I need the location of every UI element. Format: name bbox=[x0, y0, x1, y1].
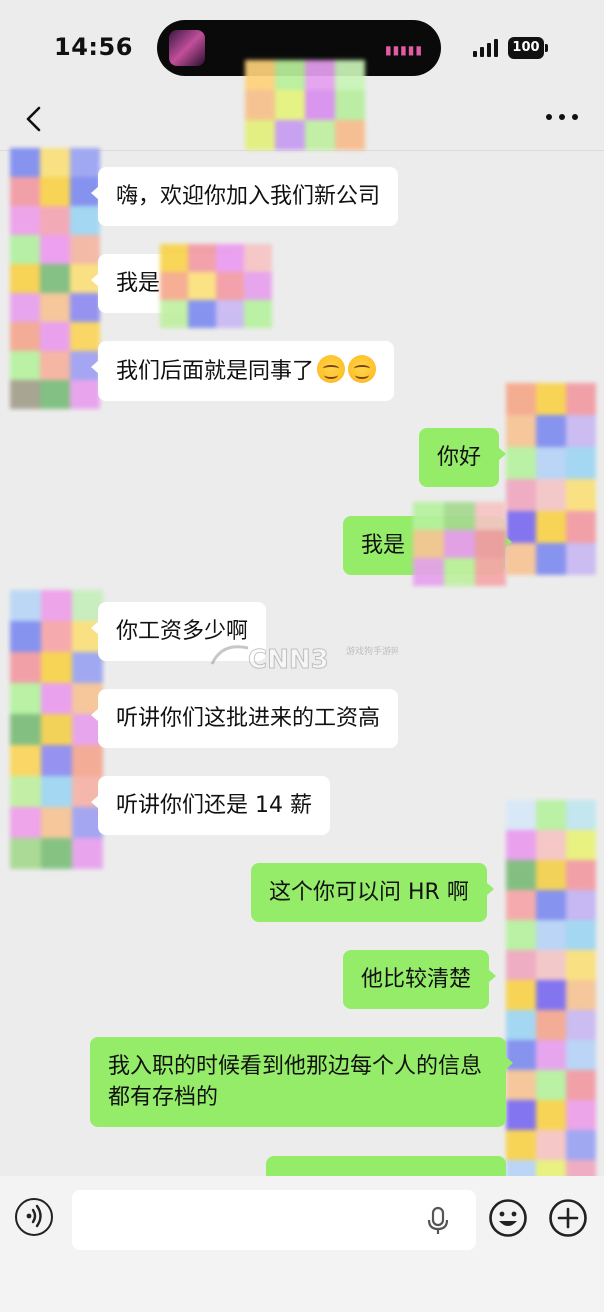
voice-waves-icon bbox=[26, 1204, 42, 1228]
watermark-subtext: 游戏狗手游网 bbox=[346, 645, 398, 657]
redaction-mosaic bbox=[160, 244, 272, 328]
audio-waveform-icon: ▮▮▮▮▮ bbox=[384, 43, 423, 57]
message-text: 他比较清楚 bbox=[361, 967, 472, 992]
battery-tip bbox=[545, 44, 548, 52]
message-text: 我是 bbox=[116, 271, 161, 296]
message-text: 这个你可以问 HR 啊 bbox=[269, 880, 469, 905]
microphone-icon[interactable] bbox=[426, 1206, 450, 1236]
incoming-message-bubble[interactable]: 听讲你们这批进来的工资高 bbox=[90, 689, 399, 748]
contact-avatar[interactable] bbox=[10, 148, 100, 409]
incoming-message-bubble[interactable]: 我们后面就是同事了 bbox=[90, 341, 395, 401]
incoming-message-bubble[interactable]: 听讲你们还是 14 薪 bbox=[91, 776, 330, 835]
smiling-face-icon bbox=[317, 355, 346, 383]
smiling-face-icon bbox=[348, 355, 377, 383]
my-avatar[interactable] bbox=[506, 383, 596, 575]
redaction-mosaic bbox=[245, 60, 365, 150]
watermark-logo: CNN3 游戏狗手游网 bbox=[210, 645, 398, 676]
message-text: 嗨，欢迎你加入我们新公司 bbox=[116, 184, 381, 209]
input-bar bbox=[0, 1176, 604, 1312]
music-artwork-thumbnail bbox=[169, 30, 205, 66]
voice-input-button[interactable] bbox=[15, 1198, 53, 1236]
message-text: 我是 bbox=[361, 533, 406, 558]
redaction-mosaic bbox=[413, 502, 507, 588]
incoming-message-bubble[interactable]: 嗨，欢迎你加入我们新公司 bbox=[90, 167, 399, 226]
outgoing-message-bubble[interactable]: 这个你可以问 HR 啊 bbox=[251, 863, 494, 922]
cellular-signal-icon bbox=[473, 37, 501, 57]
my-avatar[interactable] bbox=[506, 800, 596, 1190]
message-text: 你好 bbox=[437, 445, 482, 470]
message-text: 我入职的时候看到他那边每个人的信息都有存档的 bbox=[108, 1054, 483, 1110]
message-input[interactable] bbox=[72, 1190, 476, 1250]
outgoing-message-bubble[interactable]: 他比较清楚 bbox=[343, 950, 497, 1009]
message-text: 我们后面就是同事了 bbox=[116, 359, 315, 384]
watermark-text: CNN3 bbox=[248, 645, 329, 675]
contact-avatar[interactable] bbox=[10, 590, 103, 870]
battery-icon: 100 bbox=[508, 37, 544, 59]
message-text: 听讲你们还是 14 薪 bbox=[116, 793, 312, 818]
more-options-icon[interactable] bbox=[546, 114, 578, 124]
emoji-face-icon[interactable] bbox=[488, 1198, 528, 1238]
status-time: 14:56 bbox=[54, 33, 133, 61]
outgoing-message-bubble[interactable]: 你好 bbox=[419, 428, 507, 487]
outgoing-message-bubble[interactable]: 我入职的时候看到他那边每个人的信息都有存档的 bbox=[90, 1037, 513, 1127]
message-text: 听讲你们这批进来的工资高 bbox=[116, 706, 381, 731]
plus-icon[interactable] bbox=[548, 1198, 588, 1238]
back-chevron-icon[interactable] bbox=[20, 104, 50, 134]
